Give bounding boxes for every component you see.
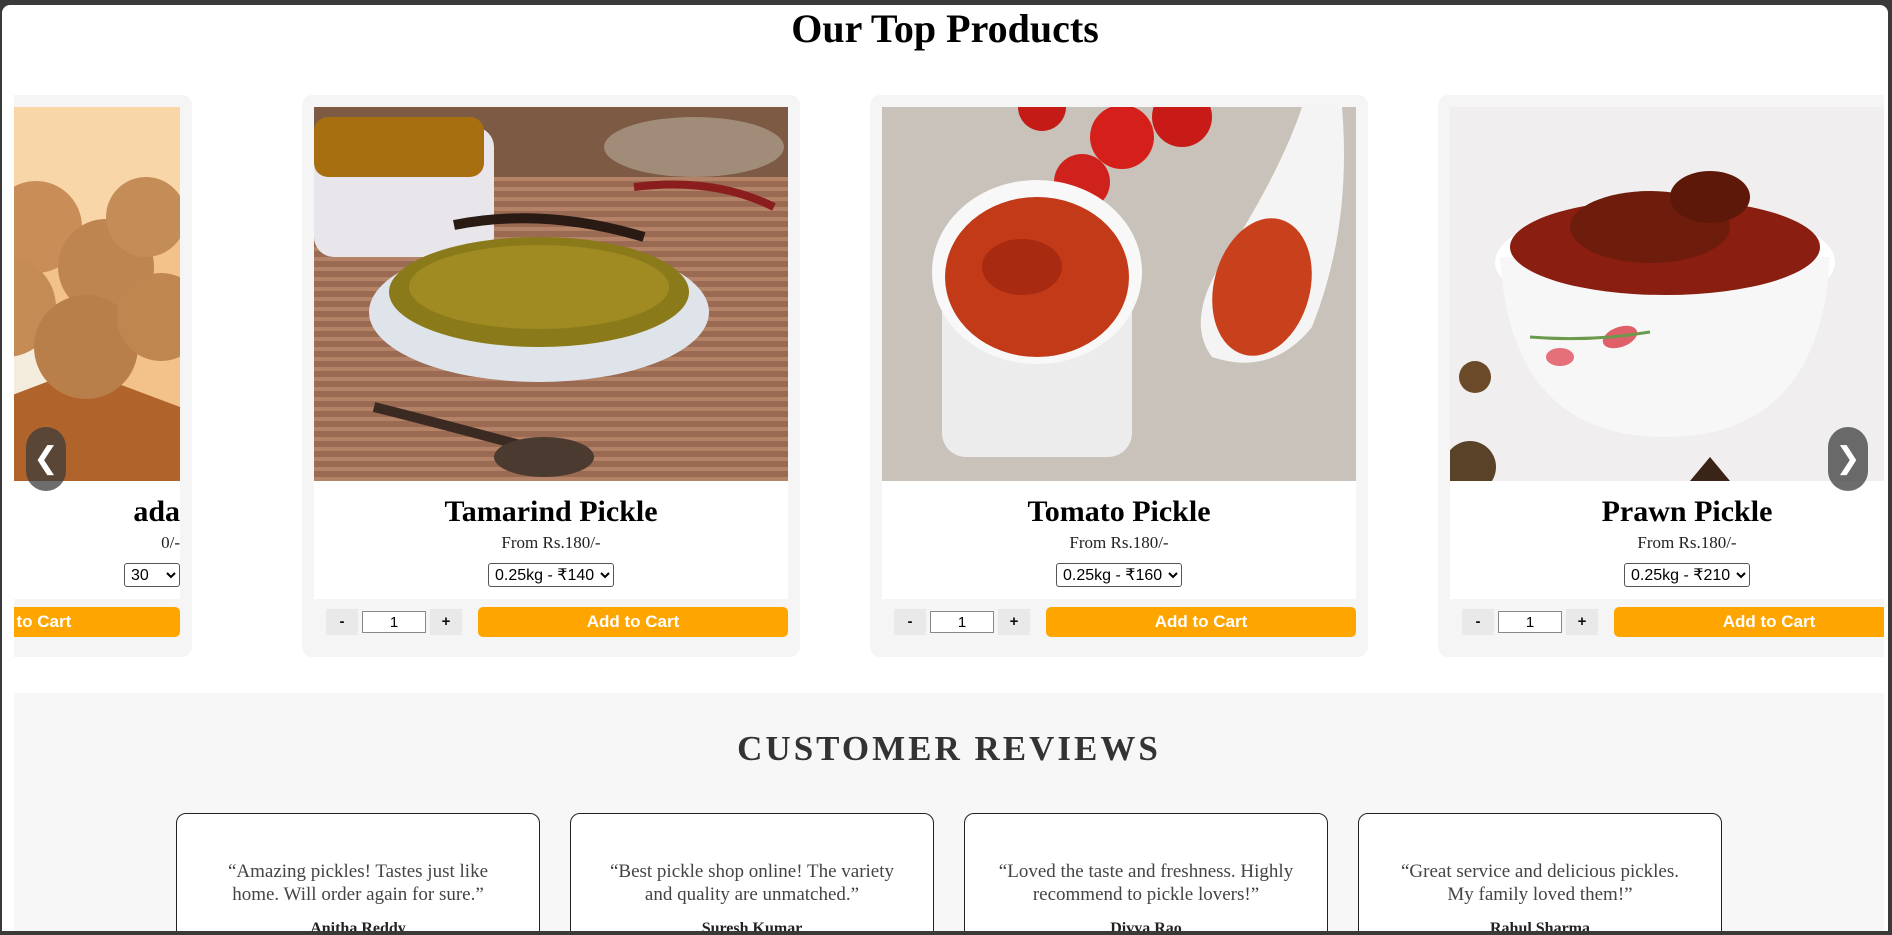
review-author: Divya Rao <box>1110 920 1182 931</box>
product-card: Tomato Pickle From Rs.180/- 0.25kg - ₹16… <box>870 95 1368 657</box>
increase-qty-button[interactable]: + <box>430 609 462 635</box>
weight-select[interactable]: 0.25kg - ₹160 <box>1056 563 1182 587</box>
quantity-input[interactable] <box>362 611 426 633</box>
review-author: Anitha Reddy <box>310 920 406 931</box>
quantity-input[interactable] <box>1498 611 1562 633</box>
product-carousel[interactable]: ada 0/- 30 Add to Cart <box>14 91 1884 661</box>
tamarind-pickle-image <box>314 107 788 481</box>
chevron-right-icon: ❯ <box>1835 441 1861 476</box>
product-actions: - + Add to Cart <box>1450 605 1884 639</box>
product-actions: - + Add to Cart <box>314 605 788 639</box>
quantity-stepper: - + <box>894 609 1030 635</box>
review-text: “Amazing pickles! Tastes just like home.… <box>227 861 489 905</box>
product-name: Prawn Pickle <box>1601 495 1773 528</box>
product-price: From Rs.180/- <box>1069 533 1169 552</box>
product-price: 0/- <box>161 533 180 552</box>
product-card: Tamarind Pickle From Rs.180/- 0.25kg - ₹… <box>302 95 800 657</box>
product-info: Prawn Pickle From Rs.180/- 0.25kg - ₹210 <box>1450 481 1884 599</box>
review-card: “Great service and delicious pickles. My… <box>1358 813 1722 931</box>
increase-qty-button[interactable]: + <box>1566 609 1598 635</box>
review-card: “Amazing pickles! Tastes just like home.… <box>176 813 540 931</box>
reviews-title: CUSTOMER REVIEWS <box>737 729 1161 768</box>
section-title: Our Top Products <box>791 6 1099 51</box>
quantity-stepper: - + <box>326 609 462 635</box>
review-author: Suresh Kumar <box>701 920 803 931</box>
page-viewport: Our Top Products ada 0/- 30 to Cart Tama… <box>2 5 1888 931</box>
decrease-qty-button[interactable]: - <box>326 609 358 635</box>
quantity-input[interactable] <box>930 611 994 633</box>
add-to-cart-button[interactable]: Add to Cart <box>1614 607 1884 637</box>
weight-select[interactable]: 30 <box>124 563 180 587</box>
prawn-pickle-image <box>1450 107 1884 481</box>
product-name: Tomato Pickle <box>1027 495 1211 528</box>
product-info: Tomato Pickle From Rs.180/- 0.25kg - ₹16… <box>882 481 1356 599</box>
chevron-left-icon: ❮ <box>33 441 59 476</box>
product-price: From Rs.180/- <box>1637 533 1737 552</box>
product-name: Tamarind Pickle <box>444 495 658 528</box>
add-to-cart-button[interactable]: Add to Cart <box>14 607 180 637</box>
tomato-pickle-image <box>882 107 1356 481</box>
decrease-qty-button[interactable]: - <box>1462 609 1494 635</box>
product-info: ada 0/- 30 <box>14 481 180 599</box>
add-to-cart-button[interactable]: Add to Cart <box>1046 607 1356 637</box>
decrease-qty-button[interactable]: - <box>894 609 926 635</box>
product-actions: - + Add to Cart <box>882 605 1356 639</box>
review-text: “Great service and delicious pickles. My… <box>1400 861 1680 905</box>
review-card: “Loved the taste and freshness. Highly r… <box>964 813 1328 931</box>
weight-select[interactable]: 0.25kg - ₹140 <box>488 563 614 587</box>
review-text: “Best pickle shop online! The variety an… <box>609 861 895 905</box>
review-text: “Loved the taste and freshness. Highly r… <box>998 861 1294 905</box>
carousel-prev-button[interactable]: ❮ <box>26 427 66 491</box>
carousel-next-button[interactable]: ❯ <box>1828 427 1868 491</box>
laddu-image <box>14 107 180 481</box>
quantity-stepper: - + <box>1462 609 1598 635</box>
product-price: From Rs.180/- <box>501 533 601 552</box>
product-card: ada 0/- 30 Add to Cart <box>14 95 192 657</box>
product-card: Prawn Pickle From Rs.180/- 0.25kg - ₹210… <box>1438 95 1884 657</box>
weight-select[interactable]: 0.25kg - ₹210 <box>1624 563 1750 587</box>
review-card: “Best pickle shop online! The variety an… <box>570 813 934 931</box>
customer-reviews-section: CUSTOMER REVIEWS “Amazing pickles! Taste… <box>14 693 1884 931</box>
add-to-cart-button[interactable]: Add to Cart <box>478 607 788 637</box>
review-author: Rahul Sharma <box>1489 920 1591 931</box>
product-info: Tamarind Pickle From Rs.180/- 0.25kg - ₹… <box>314 481 788 599</box>
increase-qty-button[interactable]: + <box>998 609 1030 635</box>
product-actions: Add to Cart <box>14 605 180 639</box>
